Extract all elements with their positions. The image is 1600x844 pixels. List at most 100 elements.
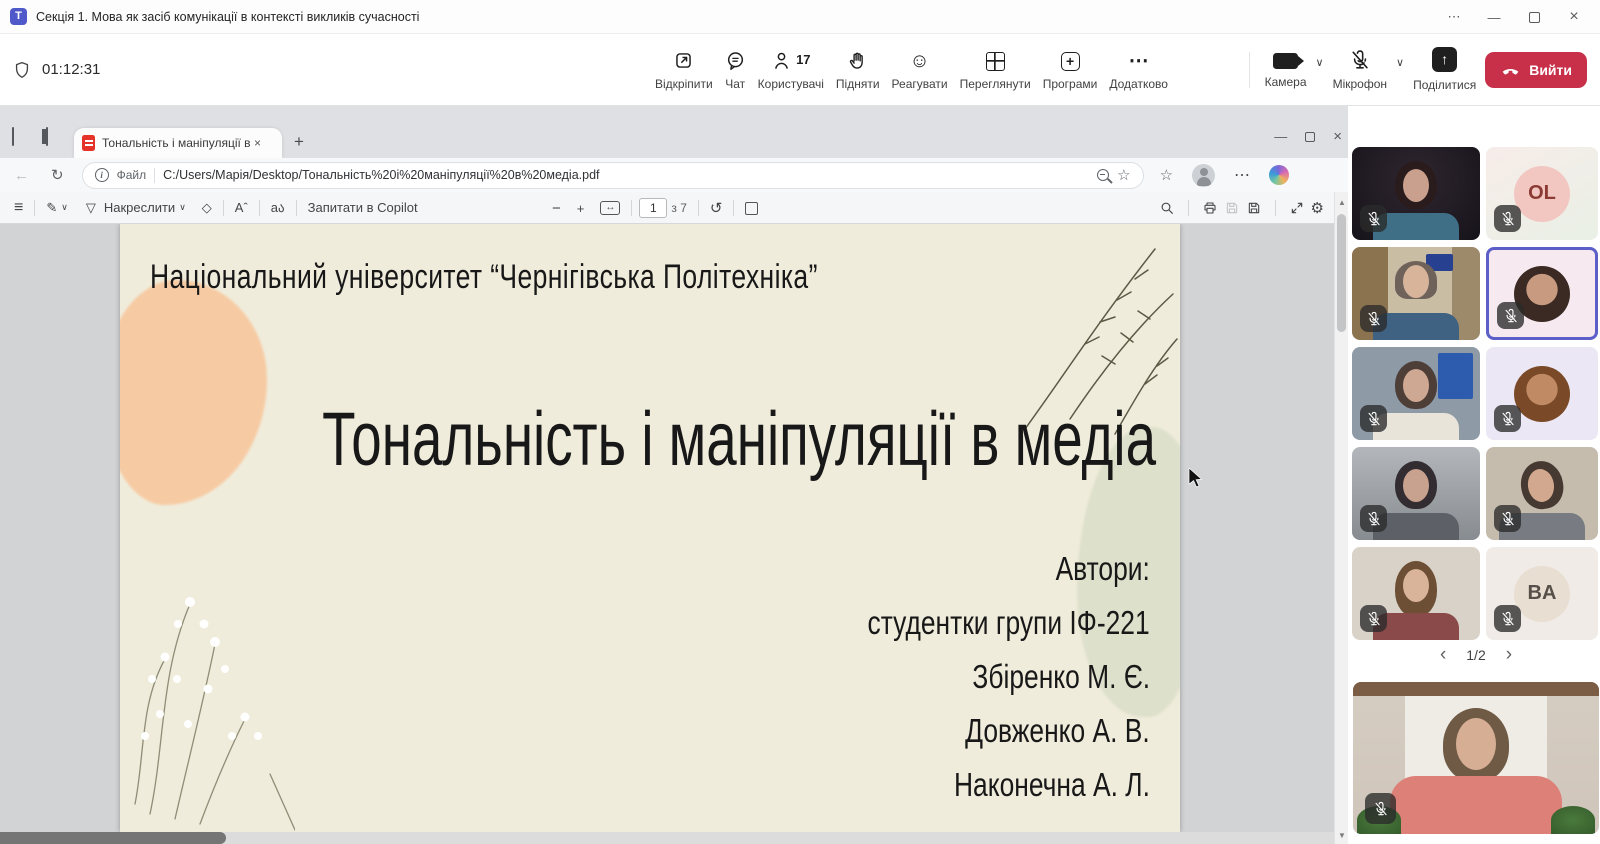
participant-video-tile[interactable] <box>1486 447 1598 540</box>
camera-options-chevron[interactable]: ∨ <box>1316 56 1324 69</box>
highlighter-chevron[interactable]: ∨ <box>61 202 68 213</box>
mic-options-chevron[interactable]: ∨ <box>1396 56 1404 69</box>
participant-video-tile[interactable] <box>1352 247 1480 340</box>
mic-muted-badge <box>1360 405 1387 432</box>
zoom-in-icon[interactable]: + <box>573 201 589 216</box>
teams-meeting-window: T Секція 1. Мова як засіб комунікації в … <box>0 0 1600 844</box>
chat-icon <box>725 50 746 71</box>
ask-copilot-button[interactable]: Запитати в Copilot <box>304 200 422 215</box>
scroll-down-icon[interactable]: ▼ <box>1335 831 1349 840</box>
author-line: студентки групи ІФ-221 <box>797 596 1150 650</box>
page-number-input[interactable]: 1 <box>639 198 667 218</box>
fit-width-icon[interactable]: ↔ <box>596 201 624 215</box>
photo-avatar <box>1514 366 1570 422</box>
draw-icon[interactable]: ▽ <box>82 200 100 216</box>
window-minimize-button[interactable]: — <box>1474 0 1514 34</box>
browser-tab[interactable]: Тональність і маніпуляції в меді × <box>74 128 282 158</box>
smiley-icon: ☺ <box>909 49 929 71</box>
poster-decor <box>1438 353 1473 399</box>
plant-decor <box>1551 806 1595 834</box>
more-button[interactable]: ⋯ Додатково <box>1104 49 1173 91</box>
share-button[interactable]: ↑ Поділитися <box>1413 47 1476 92</box>
highlighter-icon[interactable]: ✎ <box>42 200 61 216</box>
participant-video-tile[interactable] <box>1352 347 1480 440</box>
browser-menu-icon[interactable]: ⋯ <box>1234 165 1250 185</box>
pdf-viewport[interactable]: Національний університет “Чернігівська П… <box>0 224 1334 832</box>
mic-muted-badge <box>1497 302 1524 329</box>
toc-icon[interactable]: ≡ <box>10 199 27 217</box>
window-restore-button[interactable] <box>1514 0 1554 34</box>
search-icon[interactable] <box>1159 200 1175 216</box>
meeting-timer: 01:12:31 <box>42 61 100 78</box>
address-bar[interactable]: i Файл C:/Users/Марія/Desktop/Тональніст… <box>82 162 1144 189</box>
window-more-button[interactable]: ⋯ <box>1434 0 1474 34</box>
translate-icon[interactable]: аა <box>267 200 289 216</box>
read-aloud-icon[interactable]: Aˆ <box>231 200 252 215</box>
horizontal-scroll-thumb[interactable] <box>0 832 226 844</box>
participant-avatar-tile-active[interactable] <box>1486 247 1598 340</box>
pager-previous-icon[interactable]: ‹ <box>1440 644 1446 666</box>
zoom-out-icon[interactable]: − <box>548 200 565 217</box>
draw-label[interactable]: Накреслити <box>100 200 179 215</box>
browser-minimize-button[interactable]: — <box>1274 129 1287 144</box>
leave-button[interactable]: Вийти <box>1485 52 1587 88</box>
save-icon[interactable] <box>1224 200 1240 216</box>
favorites-bar-icon[interactable]: ☆ <box>1160 166 1173 184</box>
mic-muted-badge <box>1494 405 1521 432</box>
page-total-label: з 7 <box>667 201 691 215</box>
grid-view-icon <box>986 52 1005 71</box>
participant-avatar-tile[interactable] <box>1486 347 1598 440</box>
print-icon[interactable] <box>1202 200 1218 216</box>
page-info-icon[interactable]: i <box>95 168 109 182</box>
raise-hand-button[interactable]: Підняти <box>831 49 885 91</box>
pdf-toolbar: ≡ ✎ ∨ ▽ Накреслити ∨ ◇ Aˆ аა Запитати в … <box>0 192 1334 224</box>
chat-button[interactable]: Чат <box>720 49 751 91</box>
mic-muted-badge <box>1494 205 1521 232</box>
tab-title: Тональність і маніпуляції в меді <box>102 136 250 150</box>
rotate-icon[interactable]: ↺ <box>706 199 727 217</box>
zoom-page-icon[interactable] <box>1097 169 1109 181</box>
scroll-up-icon[interactable]: ▲ <box>1335 198 1349 207</box>
participant-count: 17 <box>796 52 810 67</box>
workspaces-icon[interactable] <box>12 128 14 146</box>
tab-close-icon[interactable]: × <box>254 136 261 150</box>
horizontal-scrollbar[interactable] <box>0 832 1348 844</box>
participant-initials-tile[interactable]: OL <box>1486 147 1598 240</box>
view-button[interactable]: Переглянути <box>955 49 1036 91</box>
participants-button[interactable]: 17 Користувачі <box>753 49 829 91</box>
new-tab-button[interactable]: + <box>294 132 304 152</box>
meeting-actions: Відкріпити Чат 17 Користувачі Підняти ☺ … <box>650 34 1173 105</box>
save-as-icon[interactable] <box>1246 200 1262 216</box>
participant-video-tile[interactable] <box>1352 447 1480 540</box>
participant-video-tile[interactable] <box>1352 547 1480 640</box>
participant-video-tile[interactable] <box>1352 147 1480 240</box>
window-close-button[interactable]: × <box>1554 0 1594 34</box>
fullscreen-icon[interactable] <box>1289 200 1305 216</box>
participant-initials-tile[interactable]: BA <box>1486 547 1598 640</box>
eraser-icon[interactable]: ◇ <box>198 200 216 216</box>
copilot-icon[interactable] <box>1269 165 1289 185</box>
pager-next-icon[interactable]: › <box>1506 644 1512 666</box>
vertical-scrollbar[interactable]: ▲ ▼ <box>1334 192 1348 844</box>
favorite-star-icon[interactable]: ☆ <box>1117 166 1130 184</box>
shared-browser-window: Тональність і маніпуляції в меді × + — ×… <box>0 106 1348 844</box>
browser-close-button[interactable]: × <box>1333 128 1342 145</box>
presenter-video-tile[interactable] <box>1353 682 1599 834</box>
react-button[interactable]: ☺ Реагувати <box>887 49 953 91</box>
pdf-settings-icon[interactable]: ⚙ <box>1311 199 1324 217</box>
browser-restore-button[interactable] <box>1305 132 1315 142</box>
vertical-scroll-thumb[interactable] <box>1337 214 1346 332</box>
camera-button[interactable]: Камера <box>1265 50 1307 89</box>
tab-actions-icon[interactable] <box>46 128 48 146</box>
microphone-button[interactable]: Мікрофон <box>1333 49 1387 91</box>
page-view-icon[interactable] <box>741 202 762 215</box>
initials-avatar: OL <box>1514 166 1570 222</box>
draw-chevron[interactable]: ∨ <box>179 202 186 213</box>
people-icon <box>771 50 792 71</box>
apps-button[interactable]: + Програми <box>1038 49 1103 91</box>
profile-avatar[interactable] <box>1192 164 1215 187</box>
unpin-button[interactable]: Відкріпити <box>650 49 718 91</box>
back-icon[interactable]: ← <box>14 167 29 184</box>
refresh-icon[interactable]: ↻ <box>51 166 64 184</box>
restore-icon <box>1529 12 1540 23</box>
